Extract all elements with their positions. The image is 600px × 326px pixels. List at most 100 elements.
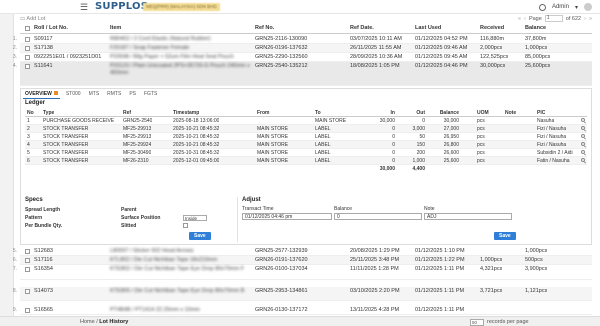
search-icon[interactable] (581, 118, 585, 122)
row-checkbox[interactable] (25, 37, 30, 42)
row-checkbox[interactable] (25, 55, 30, 60)
menu-icon[interactable]: ☰ (80, 3, 88, 12)
row-checkbox[interactable] (25, 64, 30, 69)
next-page-icon[interactable]: › (584, 16, 586, 22)
last-used-cell: 01/12/2025 1:22 PM (415, 257, 465, 263)
prev-page-icon[interactable]: ‹ (524, 16, 526, 22)
row-checkbox[interactable] (25, 289, 30, 294)
tab-overview[interactable]: OVERVIEW (23, 90, 60, 99)
row-checkbox[interactable] (25, 46, 30, 51)
note-input[interactable]: ADJ (424, 213, 512, 220)
balance-label: Balance (334, 206, 353, 212)
from-cell: MAIN STORE (257, 150, 289, 156)
page-input[interactable]: 1 (544, 15, 563, 22)
to-cell: LABEL (315, 150, 331, 156)
page-of: of 622 (565, 15, 582, 22)
type-cell: PURCHASE GOODS RECEIVE (43, 118, 115, 124)
uom-cell: pcs (477, 118, 485, 124)
from-cell: MAIN STORE (257, 126, 289, 132)
balance-cell: 37,800m (525, 36, 547, 42)
col-last-used[interactable]: Last Used (415, 25, 441, 31)
transact-time-input[interactable]: 01/12/2025 04:46 pm (242, 213, 332, 220)
records-per-page-select[interactable]: 50 (470, 318, 484, 326)
search-icon[interactable] (581, 142, 585, 146)
row-checkbox[interactable] (25, 267, 30, 272)
ref-date-cell: 25/11/2025 3:48 PM (350, 257, 400, 263)
tab-mts[interactable]: MTS (87, 90, 102, 99)
table-row[interactable]: 8. S14073 KTE805 / Die Cut Nichiban Tape… (13, 287, 592, 301)
table-row[interactable]: 6. S17116 KTL802 / Die Cut Nichiban Tape… (13, 256, 592, 265)
tab-fgts[interactable]: FGTS (142, 90, 159, 99)
table-row[interactable]: 1. S09117 R80402 / 2 Cord Elastic (Natur… (13, 35, 592, 44)
total-out: 4,400 (412, 166, 425, 172)
type-cell: STOCK TRANSFER (43, 142, 89, 148)
tab-rmts[interactable]: RMTS (105, 90, 123, 99)
brand-logo[interactable]: SUPPLOS (95, 1, 148, 12)
search-icon[interactable] (581, 158, 585, 162)
tab-st000[interactable]: ST000 (64, 90, 83, 99)
from-cell: MAIN STORE (257, 158, 289, 164)
type-cell: STOCK TRANSFER (43, 158, 89, 164)
row-number: 1. (12, 36, 17, 42)
ref-cell: GRN26-0196-137632 (255, 45, 308, 51)
search-icon[interactable] (581, 126, 585, 130)
balance-cell: 26,600 (443, 150, 459, 156)
item-cell: KTE802 / Die Cut Nichiban Tape Eye Drop … (110, 266, 245, 272)
col-ref: Ref (123, 110, 132, 116)
add-lot-label: Add Lot (26, 16, 46, 22)
table-row-selected[interactable]: 4. S11641 P20123 / Plain Unicoated 2PS+3… (13, 62, 592, 86)
col-ref[interactable]: Ref No. (255, 25, 274, 31)
ledger-row: 5 STOCK TRANSFER MF25-30490 2025-10-31 0… (25, 149, 587, 157)
balance-input[interactable]: 0 (334, 213, 422, 220)
search-icon[interactable] (581, 150, 585, 154)
select-all-checkbox[interactable] (25, 26, 30, 31)
col-balance[interactable]: Balance (525, 25, 546, 31)
row-checkbox[interactable] (25, 308, 30, 313)
adjust-save-button[interactable]: Save (494, 232, 516, 240)
ref-cell: MF25-29913 (123, 134, 152, 140)
balance-cell: 26,950 (443, 134, 459, 140)
edit-icon[interactable] (53, 91, 58, 95)
table-row[interactable]: 2. S17138 F20187 / Snap Fastener Female … (13, 44, 592, 53)
globe-icon[interactable] (538, 3, 546, 11)
surface-position-select[interactable]: Inside (183, 215, 207, 221)
table-row[interactable]: 3. 0922251E01 / 0923251D01 P20598 / Bilg… (13, 53, 592, 62)
col-ref-date[interactable]: Ref Date. (350, 25, 374, 31)
ledger-row: 6 STOCK TRANSFER MF26-2310 2025-12-01 09… (25, 157, 587, 165)
col-received[interactable]: Received (480, 25, 504, 31)
col-item[interactable]: Item (110, 25, 121, 31)
table-row[interactable]: 7. S16354 KTE802 / Die Cut Nichiban Tape… (13, 265, 592, 280)
avatar[interactable] (584, 3, 592, 11)
user-name[interactable]: Admin (552, 4, 569, 10)
no-cell: 3 (27, 134, 30, 140)
to-cell: MAIN STORE (315, 118, 347, 124)
footer-bar: Home / Lot History 50 records per page (0, 316, 600, 326)
first-page-icon[interactable]: « (518, 16, 521, 22)
balance-cell: 25,600pcs (525, 63, 551, 69)
balance-cell: 3,900pcs (525, 266, 548, 272)
tab-ps[interactable]: PS (127, 90, 138, 99)
from-cell: MAIN STORE (257, 134, 289, 140)
ref-date-cell: 20/08/2025 1:29 PM (350, 248, 400, 254)
row-number: 7. (12, 266, 17, 272)
note-label: Note (424, 206, 435, 212)
chevron-down-icon[interactable]: ▾ (575, 4, 578, 11)
search-icon[interactable] (581, 134, 585, 138)
table-row[interactable]: 5. S12683 L80007 / Sticker 002 Head Arro… (13, 247, 592, 256)
row-checkbox[interactable] (25, 258, 30, 263)
row-number: 9. (12, 307, 17, 313)
no-cell: 2 (27, 126, 30, 132)
ledger-totals: 30,000 4,400 (25, 165, 587, 173)
tab-label: OVERVIEW (25, 91, 52, 97)
slitted-checkbox[interactable] (183, 223, 188, 228)
col-roll[interactable]: Roll / Lot No. (34, 25, 68, 31)
breadcrumb-home[interactable]: Home (80, 319, 95, 325)
specs-save-button[interactable]: Save (189, 232, 211, 240)
table-row[interactable]: 9. S16565 PT4B4B / PT1414 22.25mm x 10mm… (13, 306, 592, 315)
last-page-icon[interactable]: » (589, 16, 592, 22)
add-lot-button[interactable]: ▭ Add Lot (20, 16, 45, 22)
received-cell: 3,721pcs (480, 288, 503, 294)
row-checkbox[interactable] (25, 249, 30, 254)
roll-cell: S16565 (34, 307, 53, 313)
roll-cell: S12683 (34, 248, 53, 254)
